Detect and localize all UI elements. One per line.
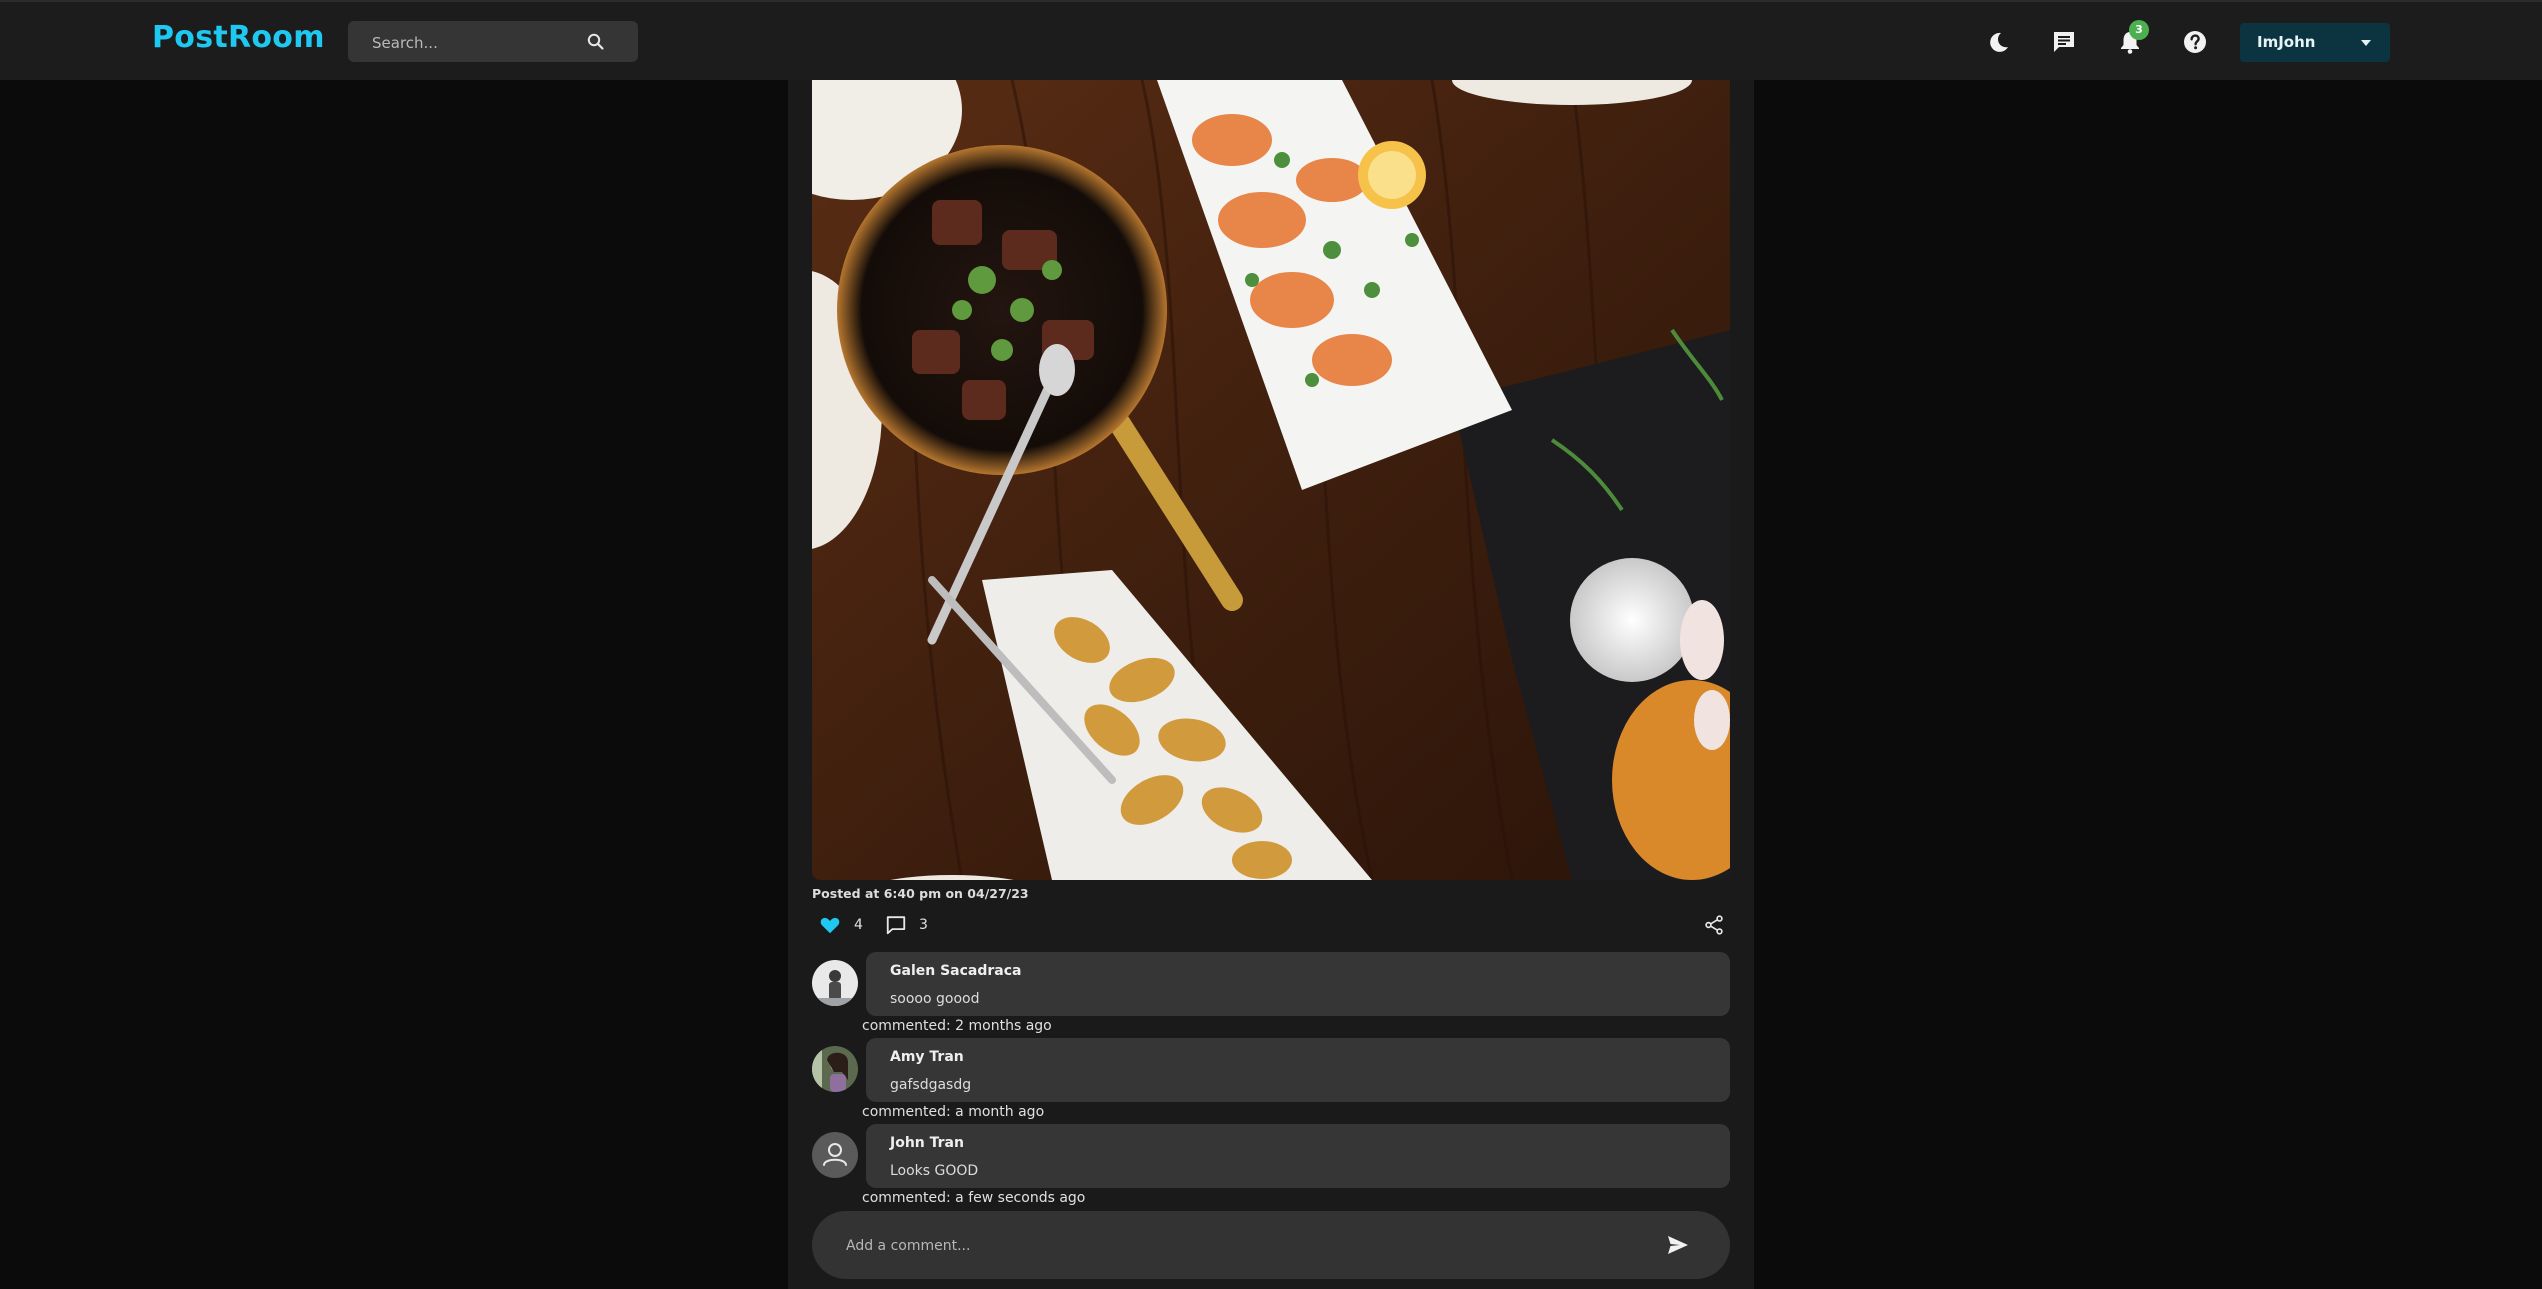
comment-author[interactable]: Amy Tran bbox=[890, 1049, 964, 1065]
comment-input[interactable] bbox=[844, 1211, 1648, 1281]
help-icon[interactable] bbox=[2181, 28, 2209, 56]
comment-icon[interactable] bbox=[885, 914, 907, 936]
likes-count: 4 bbox=[854, 917, 863, 933]
comment-author[interactable]: John Tran bbox=[890, 1135, 964, 1151]
user-icon bbox=[812, 1132, 858, 1178]
heart-icon[interactable] bbox=[819, 914, 841, 936]
post-image[interactable] bbox=[812, 80, 1730, 880]
add-comment-box bbox=[812, 1211, 1730, 1281]
comment-bubble: Galen Sacadraca soooo goood bbox=[866, 952, 1730, 1016]
comments-count: 3 bbox=[919, 917, 928, 933]
comment-time: commented: a few seconds ago bbox=[862, 1190, 1086, 1206]
send-icon[interactable] bbox=[1666, 1233, 1690, 1257]
user-menu-button[interactable]: ImJohn bbox=[2240, 23, 2390, 62]
comment-text: Looks GOOD bbox=[890, 1163, 979, 1179]
avatar[interactable] bbox=[812, 1132, 858, 1178]
comment-bubble: John Tran Looks GOOD bbox=[866, 1124, 1730, 1188]
post-card: Posted at 6:40 pm on 04/27/23 4 3 Galen … bbox=[788, 80, 1754, 1289]
comment-text: gafsdgasdg bbox=[890, 1077, 972, 1093]
comment-item: Galen Sacadraca soooo goood commented: 2… bbox=[812, 952, 1730, 1036]
food-photo bbox=[812, 80, 1730, 880]
comment-item: Amy Tran gafsdgasdg commented: a month a… bbox=[812, 1038, 1730, 1122]
search-icon[interactable] bbox=[586, 32, 606, 52]
comment-bubble: Amy Tran gafsdgasdg bbox=[866, 1038, 1730, 1102]
share-icon[interactable] bbox=[1703, 914, 1725, 936]
user-name: ImJohn bbox=[2257, 33, 2316, 51]
caret-down-icon bbox=[2361, 40, 2371, 46]
notification-badge: 3 bbox=[2129, 20, 2149, 40]
comment-item: John Tran Looks GOOD commented: a few se… bbox=[812, 1124, 1730, 1208]
comment-time: commented: 2 months ago bbox=[862, 1018, 1052, 1034]
search-bar bbox=[348, 21, 638, 64]
moon-icon[interactable] bbox=[1985, 28, 2013, 56]
chat-icon[interactable] bbox=[2050, 28, 2078, 56]
comment-text: soooo goood bbox=[890, 991, 980, 1007]
search-input[interactable] bbox=[370, 21, 594, 64]
avatar[interactable] bbox=[812, 960, 858, 1006]
top-navbar: PostRoom 3 ImJohn bbox=[0, 0, 2542, 80]
post-timestamp: Posted at 6:40 pm on 04/27/23 bbox=[812, 886, 1029, 901]
app-logo[interactable]: PostRoom bbox=[152, 20, 325, 55]
avatar[interactable] bbox=[812, 1046, 858, 1092]
comment-time: commented: a month ago bbox=[862, 1104, 1045, 1120]
comment-author[interactable]: Galen Sacadraca bbox=[890, 963, 1021, 979]
